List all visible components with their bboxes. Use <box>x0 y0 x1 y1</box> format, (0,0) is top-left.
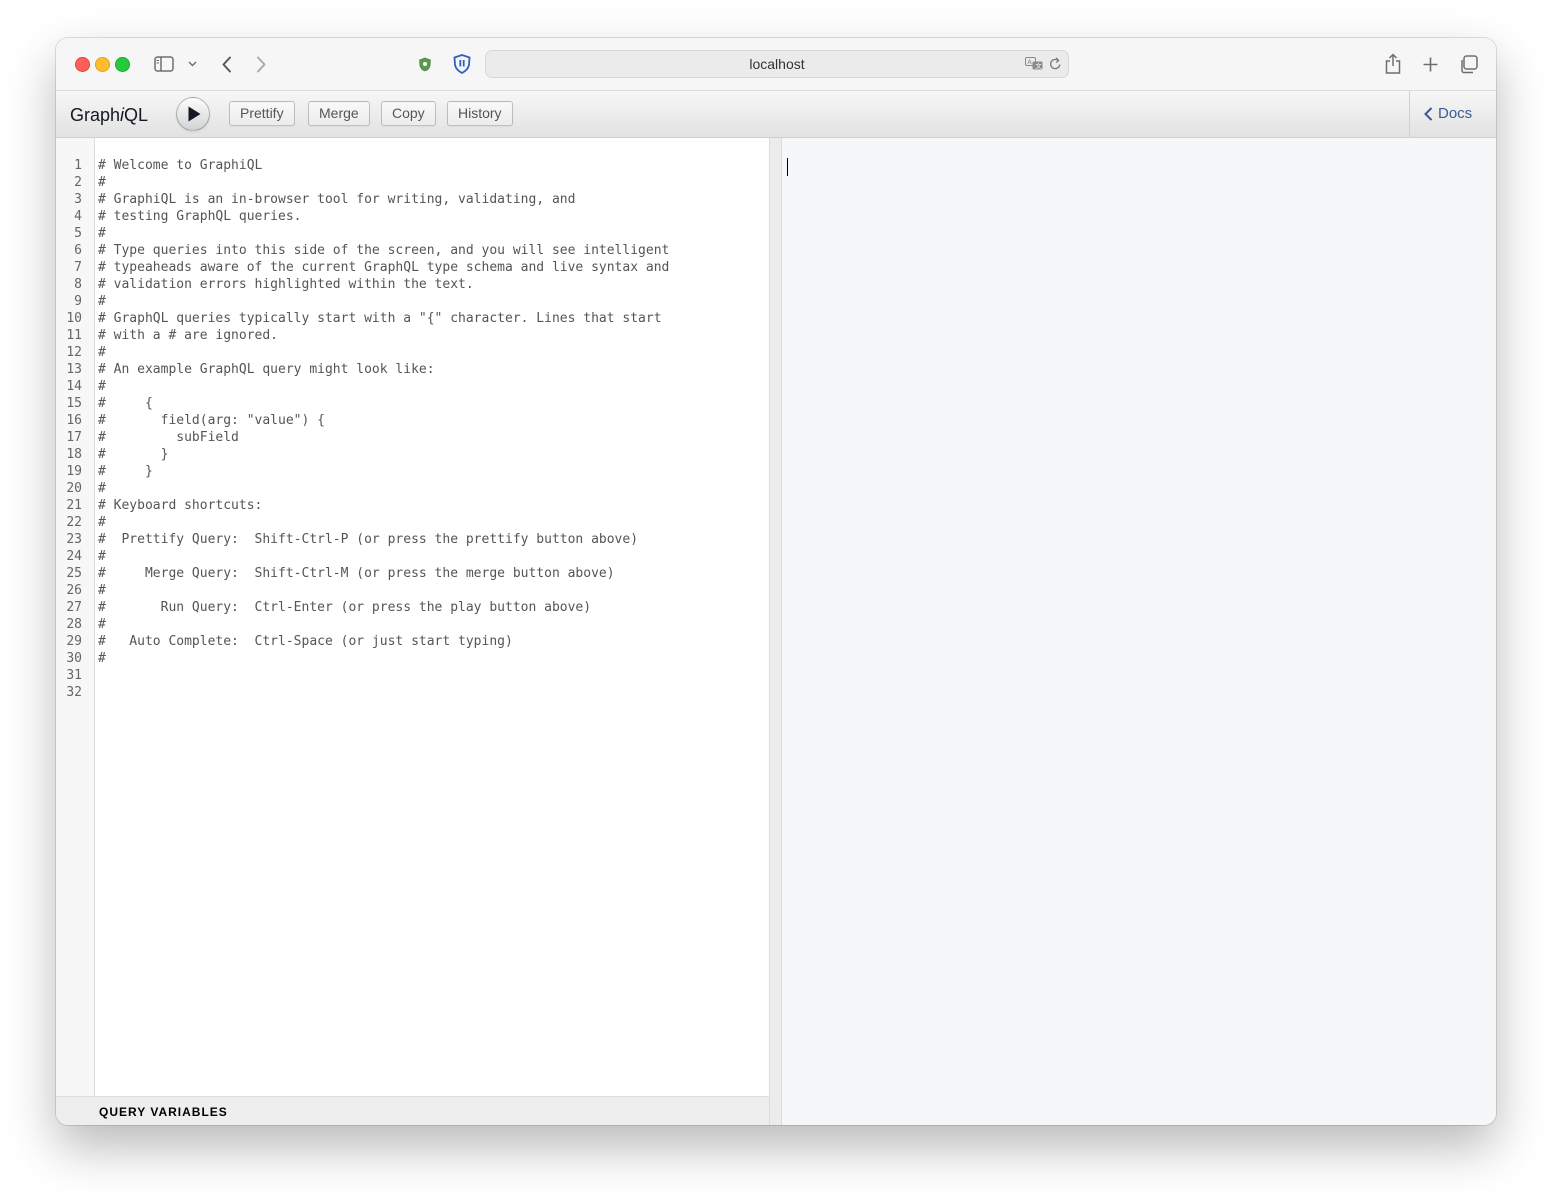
browser-toolbar: localhost A文 <box>56 38 1496 91</box>
graphiql-title: GraphiQL <box>70 105 148 126</box>
close-window-button[interactable] <box>75 57 90 72</box>
merge-button[interactable]: Merge <box>308 101 370 126</box>
browser-window: localhost A文 GraphiQL Prettify Merge Cop… <box>56 38 1496 1125</box>
back-icon[interactable] <box>218 53 236 75</box>
privacy-shield-icon[interactable] <box>416 55 434 73</box>
query-editor[interactable]: 1 2 3 4 5 6 7 8 9 10 11 12 13 14 15 16 1… <box>56 138 769 1125</box>
password-manager-icon[interactable] <box>452 53 472 75</box>
svg-text:A: A <box>1027 58 1032 66</box>
zoom-window-button[interactable] <box>115 57 130 72</box>
minimize-window-button[interactable] <box>95 57 110 72</box>
prettify-button[interactable]: Prettify <box>229 101 295 126</box>
docs-area: Docs <box>1409 91 1496 137</box>
share-icon[interactable] <box>1383 51 1403 75</box>
address-text: localhost <box>749 56 805 72</box>
line-numbers: 1 2 3 4 5 6 7 8 9 10 11 12 13 14 15 16 1… <box>66 158 82 700</box>
chevron-left-icon <box>1424 106 1433 121</box>
docs-label: Docs <box>1438 105 1473 122</box>
query-variables-bar[interactable]: QUERY VARIABLES <box>56 1096 769 1125</box>
reload-icon[interactable] <box>1047 55 1063 72</box>
translate-icon[interactable]: A文 <box>1024 55 1044 72</box>
query-variables-title: QUERY VARIABLES <box>99 1105 228 1119</box>
text-cursor <box>787 158 788 176</box>
result-pane[interactable] <box>782 138 1496 1125</box>
copy-button[interactable]: Copy <box>381 101 436 126</box>
svg-text:文: 文 <box>1035 61 1042 70</box>
execute-query-button[interactable] <box>176 97 210 131</box>
sidebar-toggle-icon[interactable] <box>153 54 175 74</box>
title-prefix: Graph <box>70 105 121 125</box>
docs-button[interactable]: Docs <box>1424 105 1472 122</box>
query-code[interactable]: # Welcome to GraphiQL # # GraphiQL is an… <box>98 157 669 684</box>
new-tab-icon[interactable] <box>1420 54 1440 74</box>
tab-overview-icon[interactable] <box>1457 53 1479 75</box>
address-bar[interactable]: localhost A文 <box>485 50 1069 78</box>
line-number-gutter: 1 2 3 4 5 6 7 8 9 10 11 12 13 14 15 16 1… <box>56 138 95 1096</box>
title-suffix: QL <box>124 105 149 125</box>
play-icon <box>188 106 201 122</box>
graphiql-topbar: GraphiQL Prettify Merge Copy History Doc… <box>56 91 1496 138</box>
editor-divider[interactable] <box>769 138 782 1125</box>
forward-icon[interactable] <box>252 53 270 75</box>
chevron-down-icon[interactable] <box>186 57 198 71</box>
history-button[interactable]: History <box>447 101 513 126</box>
